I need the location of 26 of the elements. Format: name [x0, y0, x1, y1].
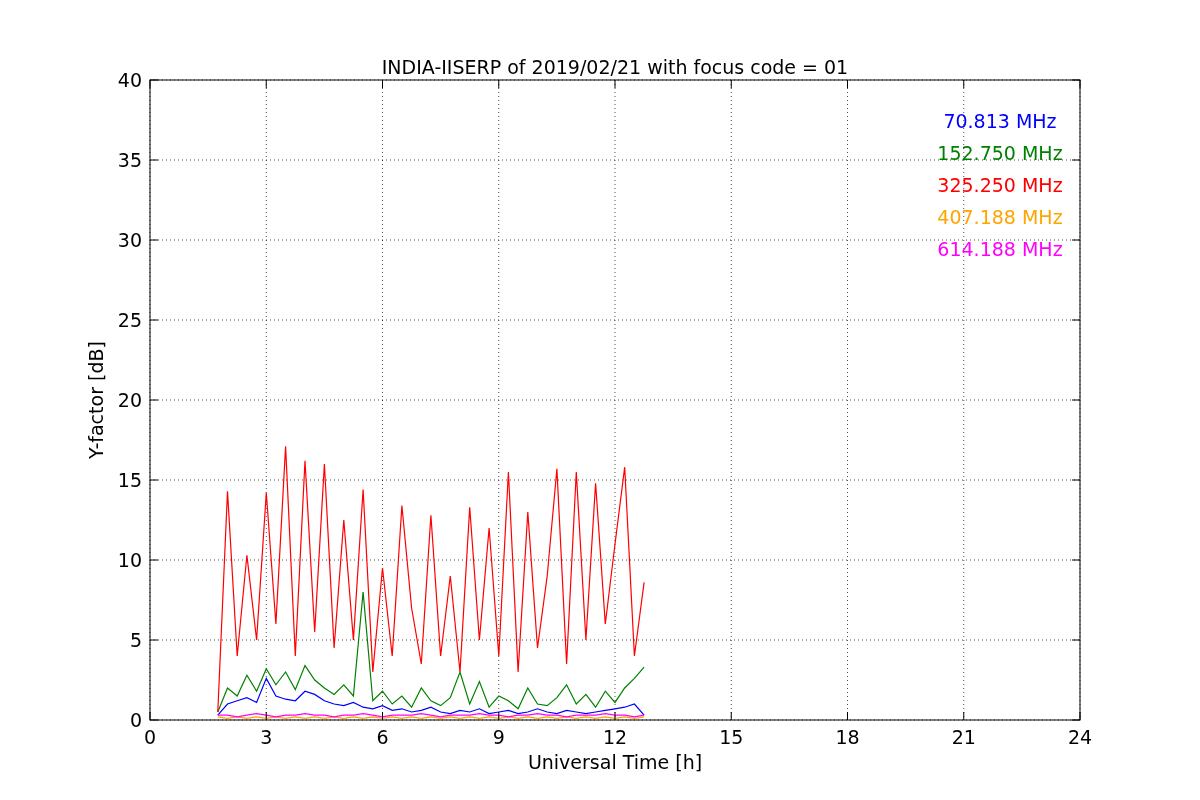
legend-label: 70.813 MHz — [943, 110, 1057, 132]
x-tick-label: 0 — [143, 726, 157, 748]
y-tick-label: 15 — [117, 469, 142, 491]
x-tick-label: 24 — [1067, 726, 1093, 748]
x-axis-label: Universal Time [h] — [527, 751, 703, 773]
y-tick-label: 35 — [117, 149, 142, 171]
y-tick-label: 5 — [129, 629, 142, 651]
x-tick-label: 12 — [602, 726, 628, 748]
legend-label: 152.750 MHz — [937, 142, 1063, 164]
x-tick-label: 9 — [492, 726, 505, 748]
legend-label: 407.188 MHz — [937, 206, 1063, 228]
x-tick-label: 6 — [376, 726, 389, 748]
x-tick-label: 15 — [719, 726, 744, 748]
x-tick-label: 21 — [951, 726, 976, 748]
y-tick-label: 10 — [117, 549, 142, 571]
chart-title: INDIA-IISERP of 2019/02/21 with focus code = 01 — [381, 56, 849, 78]
y-tick-label: 30 — [117, 229, 142, 251]
y-tick-label: 20 — [117, 389, 142, 411]
y-axis-label: Y-factor [dB] — [85, 341, 107, 459]
y-tick-label: 25 — [117, 309, 142, 331]
y-tick-label: 40 — [117, 69, 142, 91]
legend-label: 325.250 MHz — [937, 174, 1063, 196]
y-tick-label: 0 — [129, 709, 142, 731]
legend-label: 614.188 MHz — [937, 238, 1063, 260]
x-tick-label: 3 — [260, 726, 273, 748]
x-tick-label: 18 — [835, 726, 860, 748]
